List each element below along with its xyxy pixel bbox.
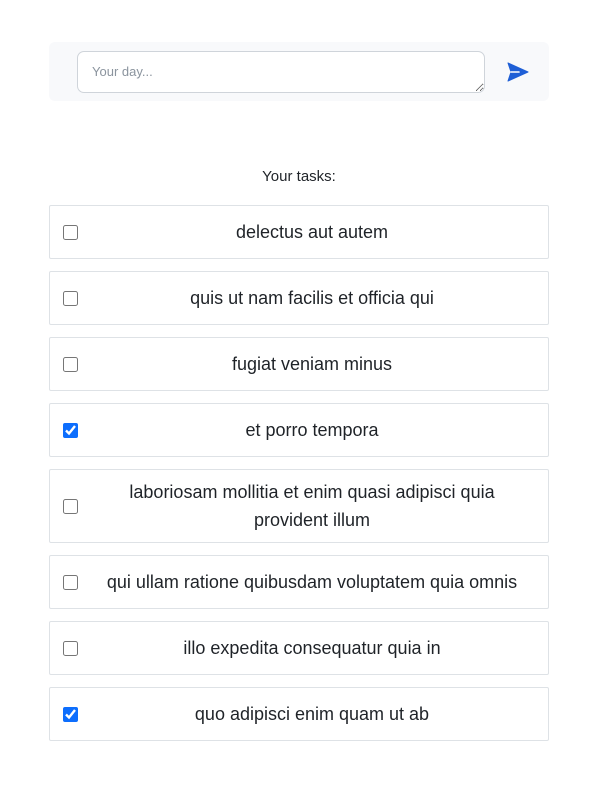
task-text: laboriosam mollitia et enim quasi adipis…: [129, 482, 495, 530]
task-composer: [49, 42, 549, 101]
task-text: illo expedita consequatur quia in: [183, 638, 441, 658]
task-item: fugiat veniam minus: [49, 337, 549, 391]
task-item: illo expedita consequatur quia in: [49, 621, 549, 675]
task-checkbox[interactable]: [63, 706, 78, 722]
task-item: et porro tempora: [49, 403, 549, 457]
task-text: fugiat veniam minus: [231, 354, 393, 374]
task-text: et porro tempora: [245, 420, 379, 440]
task-item: delectus aut autem: [49, 205, 549, 259]
task-text: quo adipisci enim quam ut ab: [194, 704, 430, 724]
task-input[interactable]: [77, 51, 485, 93]
task-text: delectus aut autem: [235, 222, 389, 242]
task-item: qui ullam ratione quibusdam voluptatem q…: [49, 555, 549, 609]
task-checkbox[interactable]: [63, 356, 78, 372]
task-checkbox[interactable]: [63, 422, 78, 438]
task-checkbox[interactable]: [63, 290, 78, 306]
task-text: qui ullam ratione quibusdam voluptatem q…: [106, 572, 518, 592]
tasks-heading: Your tasks:: [262, 168, 336, 185]
task-checkbox[interactable]: [63, 574, 78, 590]
paper-plane-icon: [507, 62, 529, 82]
task-checkbox[interactable]: [63, 498, 78, 514]
task-item: laboriosam mollitia et enim quasi adipis…: [49, 469, 549, 543]
task-item: quo adipisci enim quam ut ab: [49, 687, 549, 741]
send-button[interactable]: [504, 58, 532, 86]
task-checkbox[interactable]: [63, 224, 78, 240]
task-item: quis ut nam facilis et officia qui: [49, 271, 549, 325]
task-checkbox[interactable]: [63, 640, 78, 656]
task-text: quis ut nam facilis et officia qui: [190, 288, 434, 308]
task-list: delectus aut autem quis ut nam facilis e…: [49, 205, 549, 753]
